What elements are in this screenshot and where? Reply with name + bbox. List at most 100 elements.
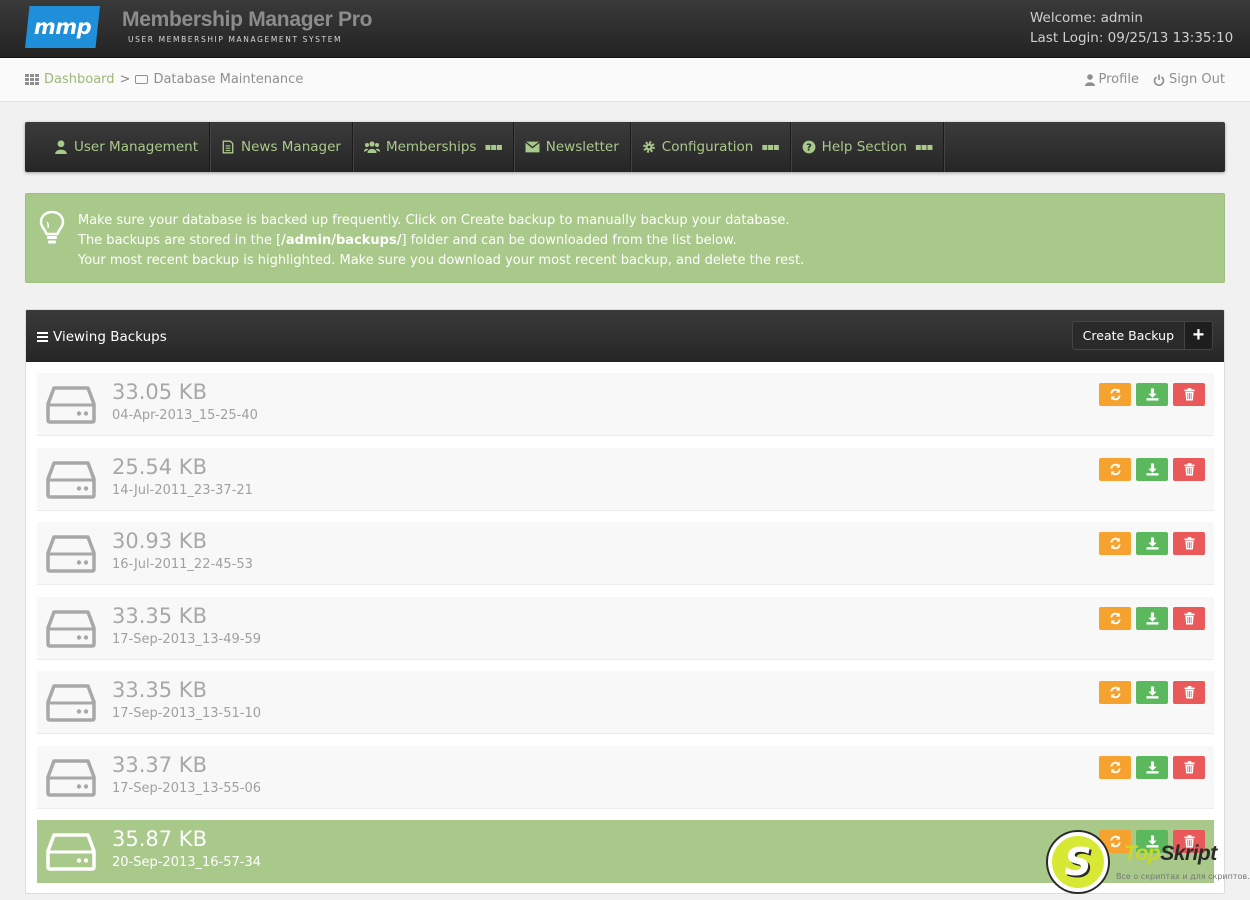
- dashboard-grid-icon: [25, 74, 39, 85]
- nav-label: Configuration: [661, 139, 754, 155]
- restore-button[interactable]: [1099, 606, 1131, 630]
- alert-line-1: Make sure your database is backed up fre…: [78, 213, 790, 228]
- backup-date: 17-Sep-2013_13-55-06: [112, 780, 262, 796]
- panel-header: Viewing Backups Create Backup +: [26, 310, 1224, 362]
- refresh-icon: [1109, 537, 1122, 550]
- nav-label: Memberships: [385, 139, 477, 155]
- restore-button[interactable]: [1099, 383, 1131, 406]
- nav-memberships[interactable]: Memberships ▪▪▪: [353, 122, 514, 172]
- watermark-name-a: Top: [1124, 842, 1161, 865]
- delete-button[interactable]: [1173, 532, 1205, 555]
- sign-out-link[interactable]: Sign Out: [1153, 72, 1225, 87]
- restore-button[interactable]: [1099, 681, 1131, 704]
- envelope-icon: [524, 141, 540, 153]
- dropdown-dots-icon: ▪▪▪: [761, 141, 779, 153]
- backup-row: 33.35 KB 17-Sep-2013_13-49-59: [37, 596, 1214, 660]
- backup-actions: [1099, 383, 1205, 406]
- delete-button[interactable]: [1173, 755, 1205, 779]
- backup-size: 33.05 KB: [112, 380, 207, 404]
- panel-title-label: Viewing Backups: [53, 329, 167, 345]
- hard-drive-icon: [46, 386, 96, 429]
- database-icon: [135, 75, 149, 84]
- refresh-icon: [1109, 612, 1122, 625]
- restore-button[interactable]: [1099, 755, 1131, 779]
- backup-date: 16-Jul-2011_22-45-53: [112, 557, 253, 572]
- download-button[interactable]: [1136, 457, 1168, 481]
- delete-button[interactable]: [1173, 606, 1205, 630]
- backup-size: 33.35 KB: [112, 678, 207, 702]
- backup-row: 25.54 KB 14-Jul-2011_23-37-21: [37, 447, 1214, 511]
- download-icon: [1145, 686, 1159, 699]
- nav-user-management[interactable]: User Management: [43, 122, 210, 172]
- backup-date: 20-Sep-2013_16-57-34: [112, 855, 262, 870]
- refresh-icon: [1109, 463, 1122, 476]
- download-button[interactable]: [1136, 755, 1168, 779]
- download-button[interactable]: [1136, 606, 1168, 630]
- refresh-icon: [1109, 761, 1122, 774]
- nav-configuration[interactable]: Configuration ▪▪▪: [631, 122, 791, 172]
- nav-help-section[interactable]: ? Help Section ▪▪▪: [791, 122, 945, 172]
- delete-button[interactable]: [1173, 457, 1205, 481]
- trash-icon: [1183, 388, 1195, 401]
- panel-title: Viewing Backups: [37, 329, 167, 345]
- sign-out-label: Sign Out: [1168, 72, 1225, 87]
- restore-button[interactable]: [1099, 532, 1131, 555]
- dropdown-dots-icon: ▪▪▪: [484, 141, 502, 153]
- watermark-name-b: Skript: [1160, 842, 1217, 865]
- hard-drive-icon: [46, 609, 96, 653]
- restore-button[interactable]: [1099, 457, 1131, 481]
- alert-line-2-pre: The backups are stored in the [: [78, 233, 282, 248]
- backup-row-latest: 35.87 KB 20-Sep-2013_16-57-34: [37, 820, 1214, 883]
- user-info: Welcome: admin Last Login: 09/25/13 13:3…: [1030, 8, 1233, 48]
- alert-text: Make sure your database is backed up fre…: [78, 211, 804, 271]
- users-icon: [363, 141, 380, 153]
- refresh-icon: [1109, 388, 1122, 401]
- backup-row: 33.37 KB 17-Sep-2013_13-55-06: [37, 745, 1214, 809]
- gear-icon: [642, 141, 655, 153]
- profile-link[interactable]: Profile: [1084, 72, 1139, 87]
- trash-icon: [1183, 537, 1195, 550]
- backup-size: 35.87 KB: [112, 827, 207, 851]
- breadcrumb-dashboard-link[interactable]: Dashboard: [44, 72, 115, 87]
- account-links: Profile Sign Out: [1084, 72, 1225, 87]
- watermark-name: TopSkript: [1124, 842, 1217, 866]
- nav-newsletter[interactable]: Newsletter: [514, 122, 631, 172]
- plus-icon: +: [1184, 321, 1213, 350]
- watermark: S TopSkript Все о скриптах и для скрипто…: [1048, 832, 1250, 898]
- info-alert: Make sure your database is backed up fre…: [25, 193, 1225, 283]
- power-icon: [1153, 74, 1165, 86]
- backup-date: 14-Jul-2011_23-37-21: [112, 482, 253, 498]
- question-icon: ?: [802, 140, 816, 154]
- logo-text: mmp: [33, 15, 92, 39]
- create-backup-button[interactable]: Create Backup +: [1071, 321, 1213, 350]
- delete-button[interactable]: [1173, 383, 1205, 406]
- backup-list: 33.05 KB 04-Apr-2013_15-25-40 25.54 KB 1…: [37, 373, 1214, 893]
- download-icon: [1145, 611, 1159, 625]
- trash-icon: [1183, 462, 1195, 476]
- download-button[interactable]: [1136, 383, 1168, 406]
- welcome-text: Welcome: admin: [1030, 10, 1143, 26]
- backup-size: 25.54 KB: [112, 454, 207, 479]
- download-icon: [1145, 760, 1159, 774]
- trash-icon: [1183, 611, 1195, 625]
- hard-drive-icon: [46, 535, 96, 578]
- nav-label: News Manager: [241, 139, 341, 155]
- download-button[interactable]: [1136, 532, 1168, 555]
- nav-news-manager[interactable]: News Manager: [210, 122, 353, 172]
- watermark-badge-letter: S: [1064, 840, 1092, 884]
- logo[interactable]: mmp: [25, 6, 100, 48]
- backup-actions: [1099, 457, 1205, 481]
- hard-drive-icon: [46, 684, 96, 727]
- top-bar: mmp Membership Manager Pro USER MEMBERSH…: [0, 0, 1250, 58]
- breadcrumb-separator: >: [119, 72, 131, 87]
- last-login-text: Last Login: 09/25/13 13:35:10: [1030, 30, 1234, 46]
- download-button[interactable]: [1136, 681, 1168, 704]
- backup-path: /admin/backups/: [281, 233, 402, 248]
- lightbulb-icon: [39, 210, 65, 244]
- watermark-tagline: Все о скриптах и для скриптов...: [1116, 872, 1250, 881]
- delete-button[interactable]: [1173, 681, 1205, 704]
- alert-line-2: The backups are stored in the [/admin/ba…: [78, 231, 804, 251]
- backup-size: 33.37 KB: [112, 752, 207, 777]
- download-icon: [1145, 388, 1159, 401]
- user-icon: [1084, 73, 1095, 86]
